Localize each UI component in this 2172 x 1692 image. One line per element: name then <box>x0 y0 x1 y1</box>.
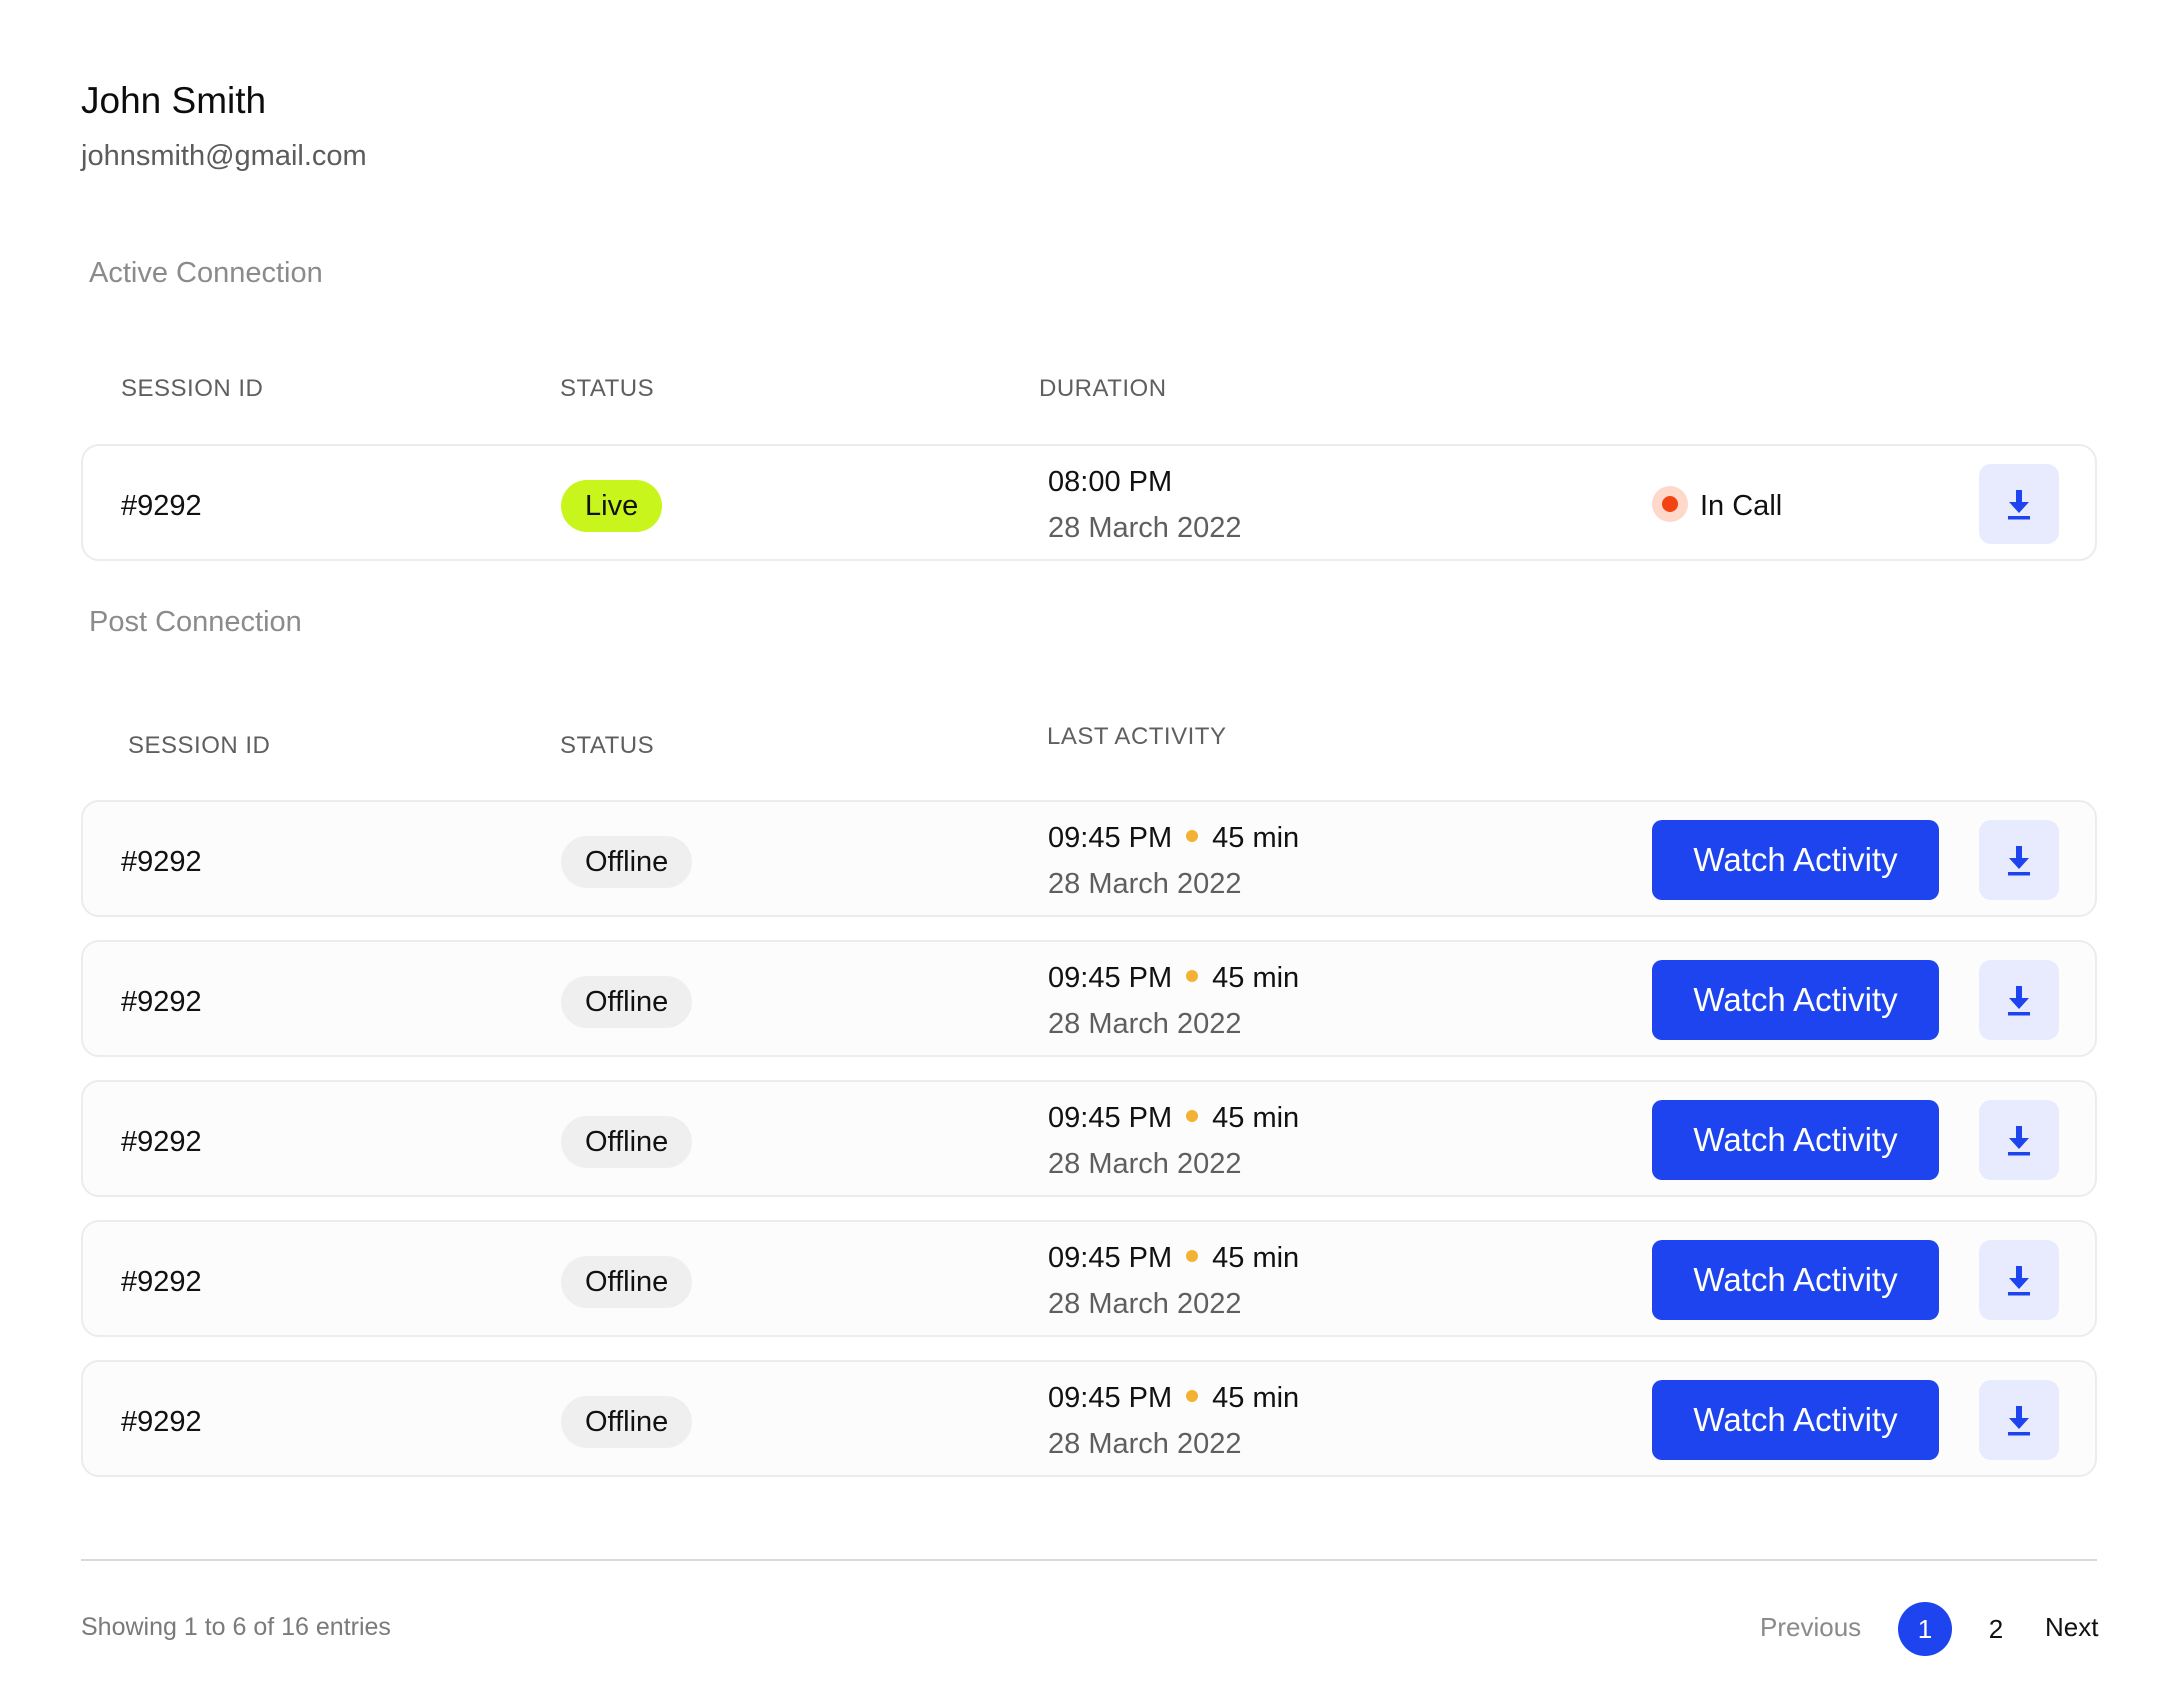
dot-separator-icon <box>1186 1110 1199 1123</box>
post-header-session-id: SESSION ID <box>128 732 271 759</box>
download-button[interactable] <box>1979 1380 2059 1460</box>
download-button[interactable] <box>1979 1100 2059 1180</box>
status-badge-offline: Offline <box>561 1116 693 1168</box>
download-button[interactable] <box>1979 1240 2059 1320</box>
active-header-duration: DURATION <box>1039 375 1167 402</box>
duration-value: 45 min <box>1212 1382 1300 1414</box>
in-call-indicator: In Call <box>1652 486 1782 526</box>
duration-value: 45 min <box>1212 962 1300 994</box>
download-button[interactable] <box>1979 960 2059 1040</box>
session-date: 28 March 2022 <box>1048 512 1242 544</box>
pagination-next[interactable]: Next <box>2045 1612 2098 1643</box>
watch-activity-button[interactable]: Watch Activity <box>1652 960 1939 1040</box>
dot-separator-icon <box>1186 830 1199 843</box>
download-icon <box>2008 1406 2030 1436</box>
download-button[interactable] <box>1979 820 2059 900</box>
duration-value: 45 min <box>1212 1102 1300 1134</box>
download-icon <box>2008 846 2030 876</box>
dot-separator-icon <box>1186 1250 1199 1263</box>
status-badge-offline: Offline <box>561 1396 693 1448</box>
post-session-row: #9292 Offline 09:45 PM 45 min 28 March 20… <box>81 1220 2097 1337</box>
status-badge-offline: Offline <box>561 1256 693 1308</box>
active-connection-title: Active Connection <box>89 257 323 289</box>
dot-separator-icon <box>1186 1390 1199 1403</box>
session-time: 09:45 PM 45 min <box>1048 962 1299 995</box>
session-id: #9292 <box>121 490 202 522</box>
status-badge-offline: Offline <box>561 976 693 1028</box>
duration-value: 45 min <box>1212 822 1300 854</box>
post-session-row: #9292 Offline 09:45 PM 45 min 28 March 20… <box>81 1360 2097 1477</box>
session-id: #9292 <box>121 1406 202 1438</box>
session-date: 28 March 2022 <box>1048 868 1242 900</box>
download-icon <box>2008 1266 2030 1296</box>
active-header-session-id: SESSION ID <box>121 375 264 402</box>
post-header-last-activity: LAST ACTIVITY <box>1047 723 1227 750</box>
user-email: johnsmith@gmail.com <box>81 140 367 172</box>
time-value: 09:45 PM <box>1048 1102 1173 1134</box>
session-time: 09:45 PM 45 min <box>1048 822 1299 855</box>
session-id: #9292 <box>121 846 202 878</box>
session-date: 28 March 2022 <box>1048 1148 1242 1180</box>
duration-value: 45 min <box>1212 1242 1300 1274</box>
time-value: 09:45 PM <box>1048 1242 1173 1274</box>
pagination-page-2[interactable]: 2 <box>1969 1602 2023 1656</box>
dot-separator-icon <box>1186 970 1199 983</box>
session-id: #9292 <box>121 1126 202 1158</box>
status-badge-live: Live <box>561 480 663 532</box>
active-header-status: STATUS <box>560 375 655 402</box>
session-time: 09:45 PM 45 min <box>1048 1382 1299 1415</box>
download-icon <box>2008 986 2030 1016</box>
post-session-row: #9292 Offline 09:45 PM 45 min 28 March 20… <box>81 800 2097 917</box>
session-time: 09:45 PM 45 min <box>1048 1242 1299 1275</box>
active-session-row: #9292 Live 08:00 PM 28 March 2022 In Cal… <box>81 444 2097 561</box>
post-session-row: #9292 Offline 09:45 PM 45 min 28 March 20… <box>81 1080 2097 1197</box>
pagination-page-1[interactable]: 1 <box>1898 1602 1952 1656</box>
user-name: John Smith <box>81 80 267 121</box>
download-button[interactable] <box>1979 464 2059 544</box>
session-id: #9292 <box>121 986 202 1018</box>
status-badge-offline: Offline <box>561 836 693 888</box>
watch-activity-button[interactable]: Watch Activity <box>1652 1240 1939 1320</box>
time-value: 09:45 PM <box>1048 962 1173 994</box>
session-time: 08:00 PM <box>1048 466 1173 498</box>
session-date: 28 March 2022 <box>1048 1428 1242 1460</box>
watch-activity-button[interactable]: Watch Activity <box>1652 1380 1939 1460</box>
pagination-previous[interactable]: Previous <box>1760 1612 1861 1643</box>
footer-divider <box>81 1559 2097 1561</box>
post-session-row: #9292 Offline 09:45 PM 45 min 28 March 20… <box>81 940 2097 1057</box>
entries-summary: Showing 1 to 6 of 16 entries <box>81 1613 391 1641</box>
session-date: 28 March 2022 <box>1048 1008 1242 1040</box>
in-call-dot-icon <box>1652 486 1688 523</box>
session-date: 28 March 2022 <box>1048 1288 1242 1320</box>
in-call-label: In Call <box>1700 490 1783 522</box>
watch-activity-button[interactable]: Watch Activity <box>1652 820 1939 900</box>
download-icon <box>2008 490 2030 520</box>
session-time: 09:45 PM 45 min <box>1048 1102 1299 1135</box>
watch-activity-button[interactable]: Watch Activity <box>1652 1100 1939 1180</box>
session-id: #9292 <box>121 1266 202 1298</box>
post-connection-title: Post Connection <box>89 606 302 638</box>
post-header-status: STATUS <box>560 732 655 759</box>
time-value: 09:45 PM <box>1048 822 1173 854</box>
time-value: 09:45 PM <box>1048 1382 1173 1414</box>
download-icon <box>2008 1126 2030 1156</box>
